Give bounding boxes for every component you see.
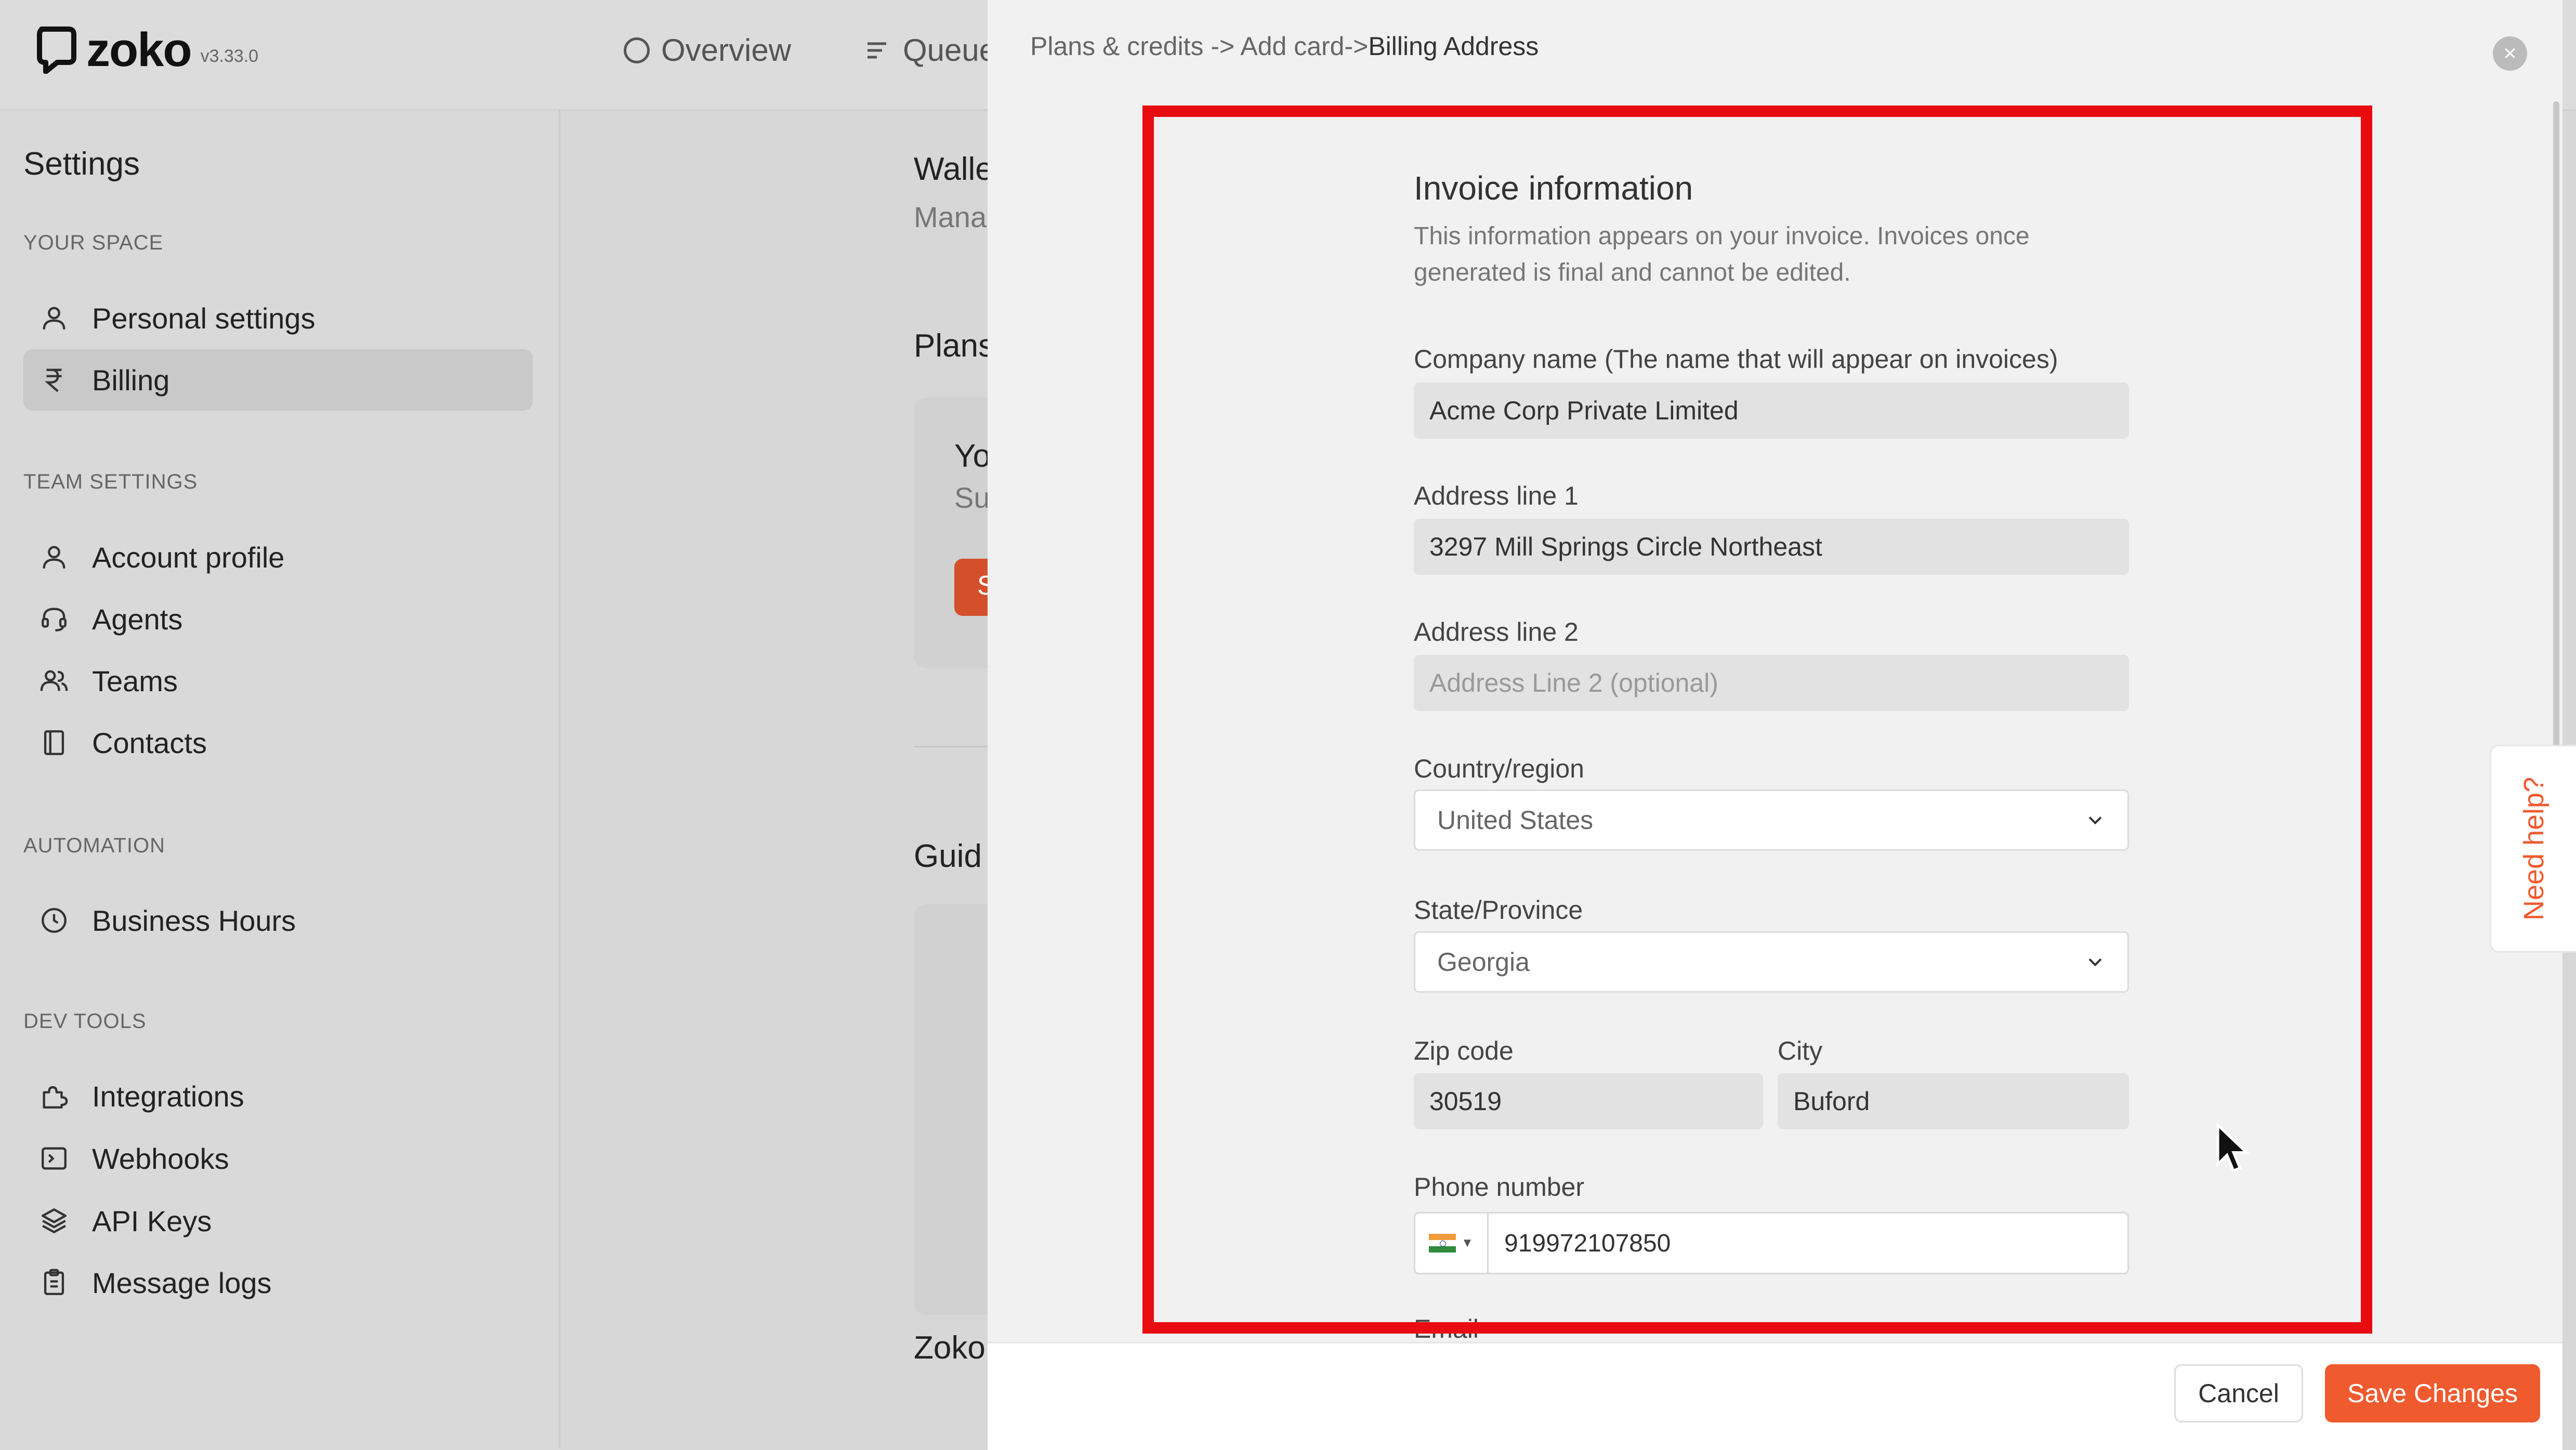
plans-title: Plans [914, 328, 995, 364]
user-icon [39, 542, 69, 572]
nav-queue-label: Queue [903, 33, 997, 68]
app-version: v3.33.0 [200, 46, 259, 66]
sidebar-item-label: Contacts [92, 726, 207, 759]
sidebar-item-contacts[interactable]: Contacts [23, 712, 533, 773]
cancel-button[interactable]: Cancel [2174, 1364, 2303, 1422]
plan-card-title: Yo [954, 438, 991, 474]
close-icon: × [2503, 41, 2517, 66]
sidebar-item-message-logs[interactable]: Message logs [23, 1252, 533, 1313]
sidebar-item-api-keys[interactable]: API Keys [23, 1190, 533, 1251]
sidebar-item-agents[interactable]: Agents [23, 588, 533, 650]
queue-icon [868, 42, 886, 58]
sidebar-item-label: Agents [92, 602, 183, 636]
breadcrumb: Plans & credits -> Add card->Billing Add… [1030, 31, 1539, 61]
section-dev-tools: DEV TOOLS [23, 1010, 147, 1033]
guide-title: Guid [914, 838, 982, 874]
save-changes-button[interactable]: Save Changes [2325, 1364, 2540, 1422]
breadcrumb-current: Billing Address [1368, 32, 1539, 61]
sidebar-item-billing[interactable]: Billing [23, 349, 533, 411]
nav-queue[interactable]: Queue [865, 32, 996, 68]
wallet-title: Walle [914, 151, 993, 187]
settings-title: Settings [23, 146, 140, 182]
sidebar-item-account-profile[interactable]: Account profile [23, 526, 533, 588]
section-your-space: YOUR SPACE [23, 231, 164, 254]
close-button[interactable]: × [2493, 36, 2527, 71]
sidebar-item-integrations[interactable]: Integrations [23, 1065, 533, 1127]
sidebar-item-label: Account profile [92, 541, 285, 574]
mouse-cursor-icon [2216, 1123, 2250, 1172]
section-team-settings: TEAM SETTINGS [23, 470, 198, 493]
need-help-tab[interactable]: Need help? [2490, 745, 2576, 953]
sidebar-item-label: Business Hours [92, 904, 296, 937]
guide-card [914, 904, 997, 1315]
zoko-text: Zoko [914, 1330, 985, 1366]
sidebar-item-label: Billing [92, 363, 170, 397]
zoko-logo-icon [37, 27, 76, 74]
sidebar-item-label: Integrations [92, 1079, 244, 1113]
sidebar-item-label: Personal settings [92, 301, 316, 335]
need-help-label: Need help? [2518, 776, 2549, 921]
sidebar-item-label: Teams [92, 664, 178, 697]
section-automation: AUTOMATION [23, 834, 165, 857]
sidebar-item-label: Webhooks [92, 1142, 229, 1175]
breadcrumb-path[interactable]: Plans & credits -> Add card-> [1030, 32, 1368, 61]
sidebar-item-personal-settings[interactable]: Personal settings [23, 287, 533, 349]
clock-icon [39, 905, 69, 935]
divider [914, 746, 997, 747]
user-icon [39, 303, 69, 333]
puzzle-icon [39, 1081, 69, 1111]
headset-icon [39, 604, 69, 634]
users-icon [39, 666, 69, 696]
highlight-box [1142, 106, 2372, 1334]
layers-icon [39, 1206, 69, 1236]
sidebar-item-business-hours[interactable]: Business Hours [23, 890, 533, 951]
app-name: zoko [86, 23, 192, 76]
rupee-icon [39, 365, 69, 395]
sidebar-item-label: API Keys [92, 1204, 212, 1237]
sidebar-item-label: Message logs [92, 1266, 272, 1299]
app-logo[interactable]: zoko v3.33.0 [36, 26, 258, 74]
terminal-icon [39, 1143, 69, 1174]
nav-overview[interactable]: Overview [624, 32, 791, 68]
nav-overview-label: Overview [661, 33, 792, 68]
plan-card-subtitle: Su [954, 481, 990, 514]
wallet-subtitle: Mana [914, 201, 987, 233]
sidebar-item-teams[interactable]: Teams [23, 650, 533, 711]
circle-icon [624, 37, 650, 63]
clipboard-icon [39, 1268, 69, 1298]
contact-book-icon [39, 728, 69, 758]
sidebar-item-webhooks[interactable]: Webhooks [23, 1128, 533, 1189]
scrollbar[interactable] [2553, 101, 2559, 777]
